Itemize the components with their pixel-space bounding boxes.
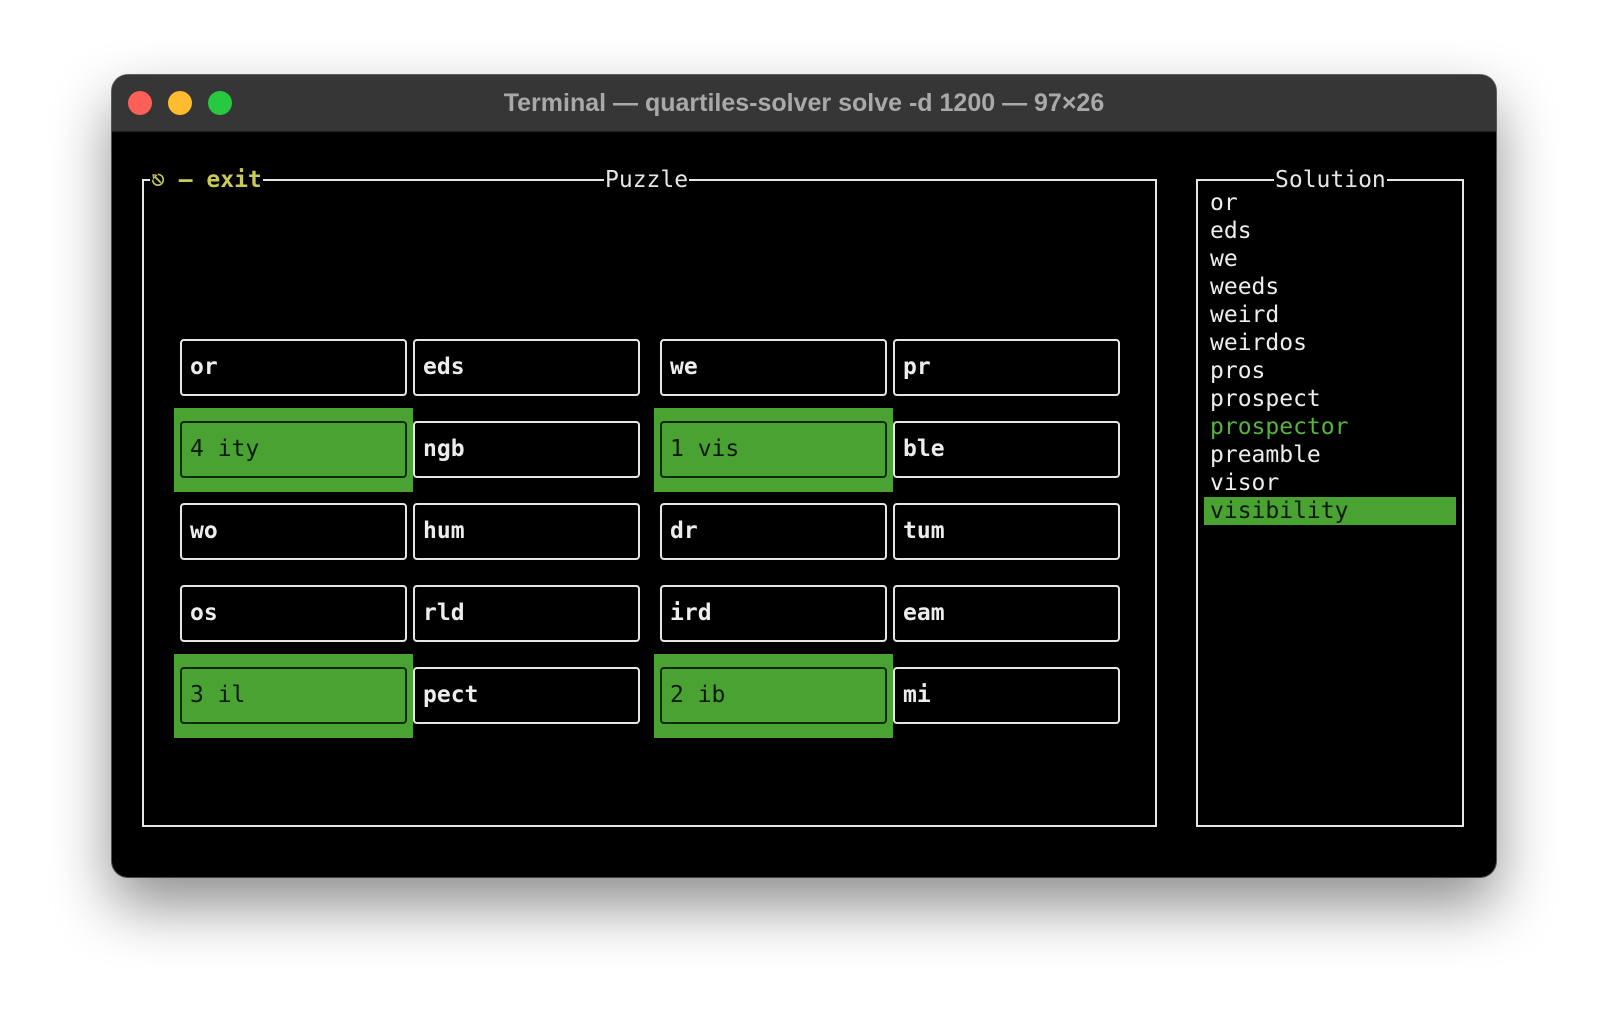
puzzle-tile[interactable]: ngb (413, 421, 640, 478)
puzzle-tile[interactable]: pr (893, 339, 1120, 396)
puzzle-tile[interactable]: pect (413, 667, 640, 724)
solution-word: visibility (1204, 497, 1456, 525)
puzzle-tile[interactable]: eds (413, 339, 640, 396)
puzzle-tile[interactable]: tum (893, 503, 1120, 560)
puzzle-tile[interactable]: ird (660, 585, 887, 642)
solution-word: prospect (1210, 386, 1321, 412)
puzzle-title: Puzzle (604, 163, 690, 197)
solution-word: weird (1210, 302, 1280, 328)
puzzle-tile[interactable]: 4 ity (180, 421, 407, 478)
solution-word-list: or eds we weeds weird weirdos pros prospect pros… (1204, 189, 1456, 525)
solution-word: or (1210, 190, 1238, 216)
title-bar: Terminal — quartiles-solver solve -d 120… (112, 75, 1496, 132)
puzzle-tile[interactable]: hum (413, 503, 640, 560)
terminal-window: Terminal — quartiles-solver solve -d 120… (112, 75, 1496, 877)
puzzle-tile[interactable]: 3 il (180, 667, 407, 724)
puzzle-tile[interactable]: dr (660, 503, 887, 560)
puzzle-tile[interactable]: os (180, 585, 407, 642)
solution-word: pros (1210, 358, 1266, 384)
puzzle-tile[interactable]: eam (893, 585, 1120, 642)
puzzle-tile[interactable]: wo (180, 503, 407, 560)
puzzle-tile[interactable]: mi (893, 667, 1120, 724)
solution-word: we (1210, 246, 1238, 272)
puzzle-tile[interactable]: or (180, 339, 407, 396)
puzzle-tile[interactable]: 2 ib (660, 667, 887, 724)
puzzle-tile[interactable]: rld (413, 585, 640, 642)
puzzle-tile[interactable]: 1 vis (660, 421, 887, 478)
solution-word: prospector (1210, 414, 1349, 440)
puzzle-tile[interactable]: ble (893, 421, 1120, 478)
solution-word: eds (1210, 218, 1252, 244)
solution-word: preamble (1210, 442, 1321, 468)
exit-hint[interactable]: ⎋ – exit (150, 163, 263, 197)
solution-word: weirdos (1210, 330, 1307, 356)
puzzle-tile[interactable]: we (660, 339, 887, 396)
window-title: Terminal — quartiles-solver solve -d 120… (503, 89, 1105, 117)
solution-word: visor (1210, 470, 1280, 496)
solution-word: weeds (1210, 274, 1280, 300)
